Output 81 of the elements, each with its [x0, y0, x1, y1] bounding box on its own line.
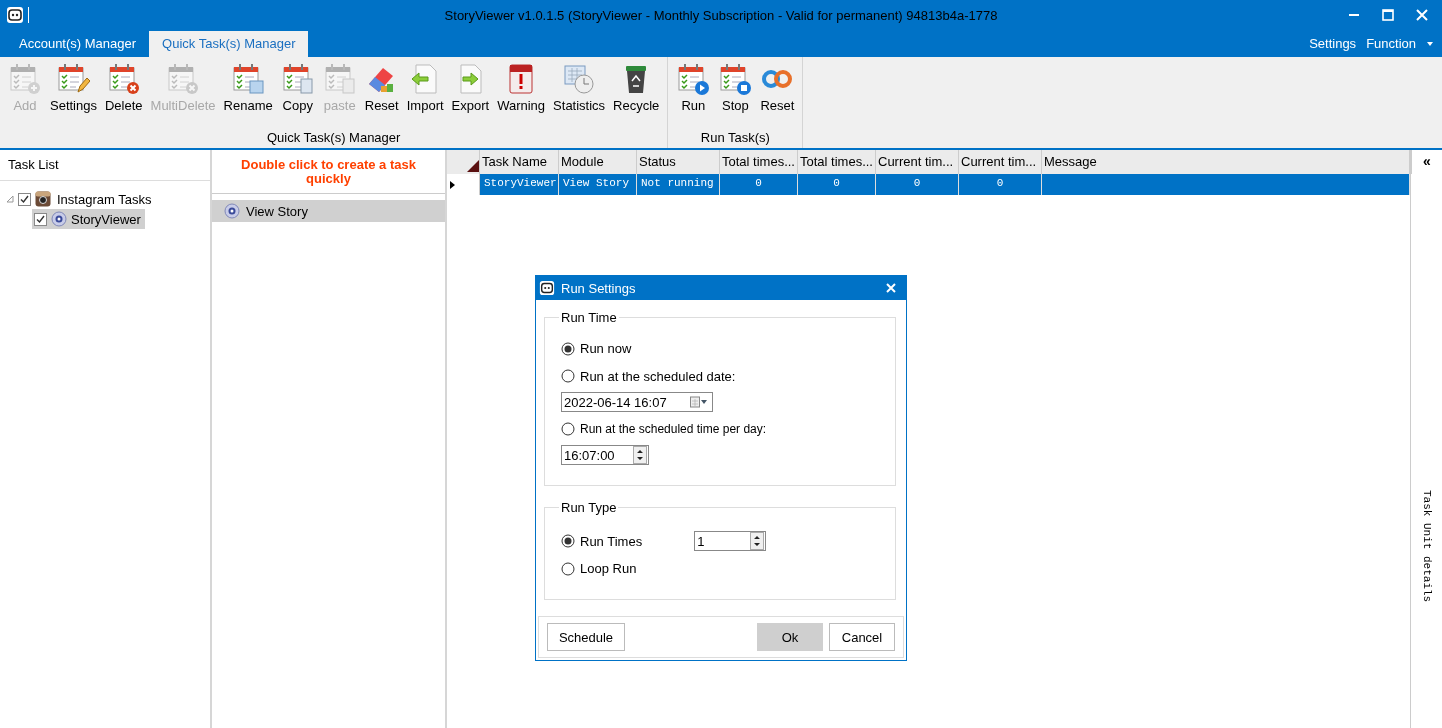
toolbar-button[interactable]: Stop	[714, 62, 757, 130]
checkbox[interactable]	[34, 212, 47, 226]
table-cell: View Story	[559, 174, 637, 195]
module-item[interactable]: View Story	[212, 200, 445, 222]
time-field[interactable]: 16:07:00	[561, 445, 649, 465]
expand-triangle-icon[interactable]	[6, 195, 14, 203]
collapse-button[interactable]: «	[1410, 150, 1442, 174]
dialog-button[interactable]: Schedule	[547, 623, 625, 651]
calendar-copy-icon	[280, 62, 315, 96]
eye-icon	[51, 211, 67, 227]
radio-button[interactable]: Run at the scheduled date:	[561, 368, 736, 384]
row-pointer-icon	[450, 180, 455, 189]
maximize-icon[interactable]	[1382, 9, 1394, 21]
toolbar-button[interactable]: Import	[402, 62, 448, 130]
ribbon-group-label: Run Task(s)	[699, 130, 771, 147]
table-cell: 0	[876, 174, 959, 195]
toolbar-button[interactable]: Recycle	[609, 62, 664, 130]
dialog-button[interactable]: Cancel	[829, 623, 895, 651]
radio-icon[interactable]	[561, 561, 575, 576]
close-icon[interactable]	[1416, 9, 1428, 21]
toolbar-button[interactable]: Rename	[219, 62, 277, 130]
toolbar-button[interactable]: Copy	[276, 62, 319, 130]
toolbar-button[interactable]: Warning	[493, 62, 550, 130]
radio-icon[interactable]	[561, 422, 575, 436]
date-picker[interactable]: 2022-06-14 16:07	[561, 392, 713, 412]
table-cell: StoryViewer	[480, 174, 559, 195]
ribbon-tab[interactable]: Quick Task(s) Manager	[149, 31, 309, 57]
dialog-title: Run Settings	[561, 280, 637, 296]
calendar-delete-icon	[106, 62, 141, 96]
close-icon[interactable]	[886, 283, 896, 293]
radio-icon[interactable]	[561, 534, 575, 548]
calendar-play-icon	[676, 62, 711, 96]
ribbon-group-label: Quick Task(s) Manager	[265, 130, 402, 147]
radio-button[interactable]: Run at the scheduled time per day:	[561, 422, 767, 436]
window-title: StoryViewer v1.0.1.5 (StoryViewer - Monthly Subscription - Valid for permanent) 94813b4a-1778	[444, 7, 998, 23]
toolbar-button[interactable]: Statistics	[549, 62, 610, 130]
ribbon-tab[interactable]: Account(s) Manager	[6, 31, 150, 57]
panel-title: Task Unit details	[1420, 490, 1433, 603]
toolbar-button[interactable]: Delete	[101, 62, 147, 130]
camera-icon	[35, 191, 51, 207]
calendar-pencil-icon	[56, 62, 91, 96]
statistics-clock-icon	[562, 62, 597, 96]
table-cell: Not running	[637, 174, 720, 195]
radio-icon[interactable]	[561, 369, 575, 383]
calendar-dropdown-icon[interactable]	[690, 396, 708, 408]
calendar-stop-icon	[718, 62, 753, 96]
calendar-rename-icon	[231, 62, 266, 96]
menu-item[interactable]: Settings	[1309, 36, 1357, 51]
robot-face-icon	[6, 6, 24, 24]
radio-icon[interactable]	[561, 341, 575, 356]
toolbar-button[interactable]: Reset	[360, 62, 403, 130]
radio-button[interactable]: Loop Run	[561, 561, 637, 576]
calendar-paste-icon	[322, 62, 357, 96]
group-label: Run Time	[560, 310, 618, 325]
number-field[interactable]: 1	[694, 531, 767, 551]
radio-button[interactable]: Run Times	[561, 533, 643, 549]
menu-item[interactable]: Function	[1366, 36, 1416, 51]
tree-item[interactable]: Instagram Tasks	[55, 190, 154, 208]
panel-title: Task List	[0, 150, 210, 181]
radio-button[interactable]: Run now	[561, 341, 632, 356]
tree-item[interactable]: StoryViewer	[32, 209, 145, 229]
table-row[interactable]: StoryViewer View Story Not running 0 0 0 0	[447, 174, 1410, 195]
table-cell: 0	[720, 174, 798, 195]
dialog-button[interactable]: Ok	[757, 623, 823, 651]
hint-text: Double click to create a task quickly	[212, 150, 445, 194]
spin-arrows-icon[interactable]	[633, 446, 647, 464]
toolbar-button[interactable]: Settings	[46, 62, 101, 130]
group-label: Run Type	[560, 500, 618, 515]
corner-triangle-icon	[467, 160, 479, 172]
eye-icon	[224, 203, 240, 219]
toolbar-button[interactable]: Export	[447, 62, 494, 130]
table-cell: 0	[798, 174, 876, 195]
calendar-delete-icon	[166, 62, 201, 96]
toolbar-button[interactable]: Run	[672, 62, 715, 130]
robot-face-icon	[539, 280, 555, 296]
toolbar-button[interactable]: Reset	[756, 62, 799, 130]
dropdown-caret-icon[interactable]	[1426, 40, 1434, 47]
calendar-plus-icon	[8, 62, 42, 96]
table-cell: 0	[959, 174, 1042, 195]
checkbox[interactable]	[18, 192, 31, 206]
spin-arrows-icon[interactable]	[750, 532, 765, 550]
